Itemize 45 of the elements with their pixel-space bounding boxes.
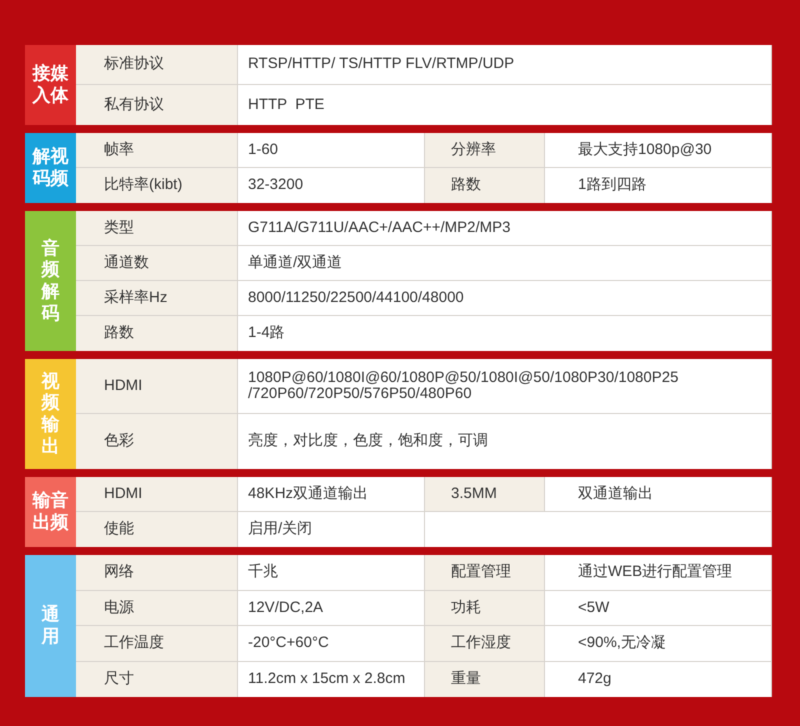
spec-value: 8000/11250/22500/44100/48000 [238,281,772,316]
spec-value: HTTP PTE [238,85,772,125]
section-title: 解视码频 [32,146,68,190]
spec-value: 通过WEB进行配置管理 [545,555,772,590]
spec-value: 1路到四路 [545,168,772,203]
spec-label: 类型 [76,211,238,246]
spec-label: 通道数 [76,246,238,281]
spec-value: RTSP/HTTP/ TS/HTTP FLV/RTMP/UDP [238,45,772,85]
spec-label: 色彩 [76,414,238,469]
spec-value: 启用/关闭 [238,512,425,547]
section-title: 视频输出 [42,370,60,458]
spec-label: 比特率(kibt) [76,168,238,203]
spec-value: 双通道输出 [545,477,772,512]
spec-label: 工作温度 [76,626,238,662]
spec-value: 472g [545,662,772,697]
section-title: 接媒入体 [32,63,68,107]
spec-label: 3.5MM [425,477,545,512]
spec-label: 配置管理 [425,555,545,590]
spec-value: 1080P@60/1080I@60/1080P@50/1080I@50/1080P30/1080P25 /720P60/720P50/576P50/480P60 [238,359,772,414]
spec-value: 亮度，对比度，色度，饱和度，可调 [238,414,772,469]
spec-label: 电源 [76,590,238,626]
spec-label: 网络 [76,555,238,590]
section-title: 音频解码 [42,238,60,324]
section-title: 输音出频 [32,490,68,534]
spec-label: 工作湿度 [425,626,545,662]
spec-label: 采样率Hz [76,281,238,316]
spec-label: 使能 [76,512,238,547]
section-title: 通用 [42,604,60,648]
spec-label: 功耗 [425,590,545,626]
spec-label: 标准协议 [76,45,238,85]
spec-label: 路数 [76,316,238,351]
spec-label: 分辨率 [425,133,545,168]
spec-value: 单通道/双通道 [238,246,772,281]
spec-value: <90%,无冷凝 [545,626,772,662]
spec-label: 尺寸 [76,662,238,697]
spec-value: 最大支持1080p@30 [545,133,772,168]
spec-value: 1-4路 [238,316,772,351]
spec-value: <5W [545,590,772,626]
spec-value: G711A/G711U/AAC+/AAC++/MP2/MP3 [238,211,772,246]
spec-label: 重量 [425,662,545,697]
spec-label: HDMI [76,359,238,414]
spec-label: 帧率 [76,133,238,168]
spec-label: 私有协议 [76,85,238,125]
spec-label: 路数 [425,168,545,203]
spec-label: HDMI [76,477,238,512]
